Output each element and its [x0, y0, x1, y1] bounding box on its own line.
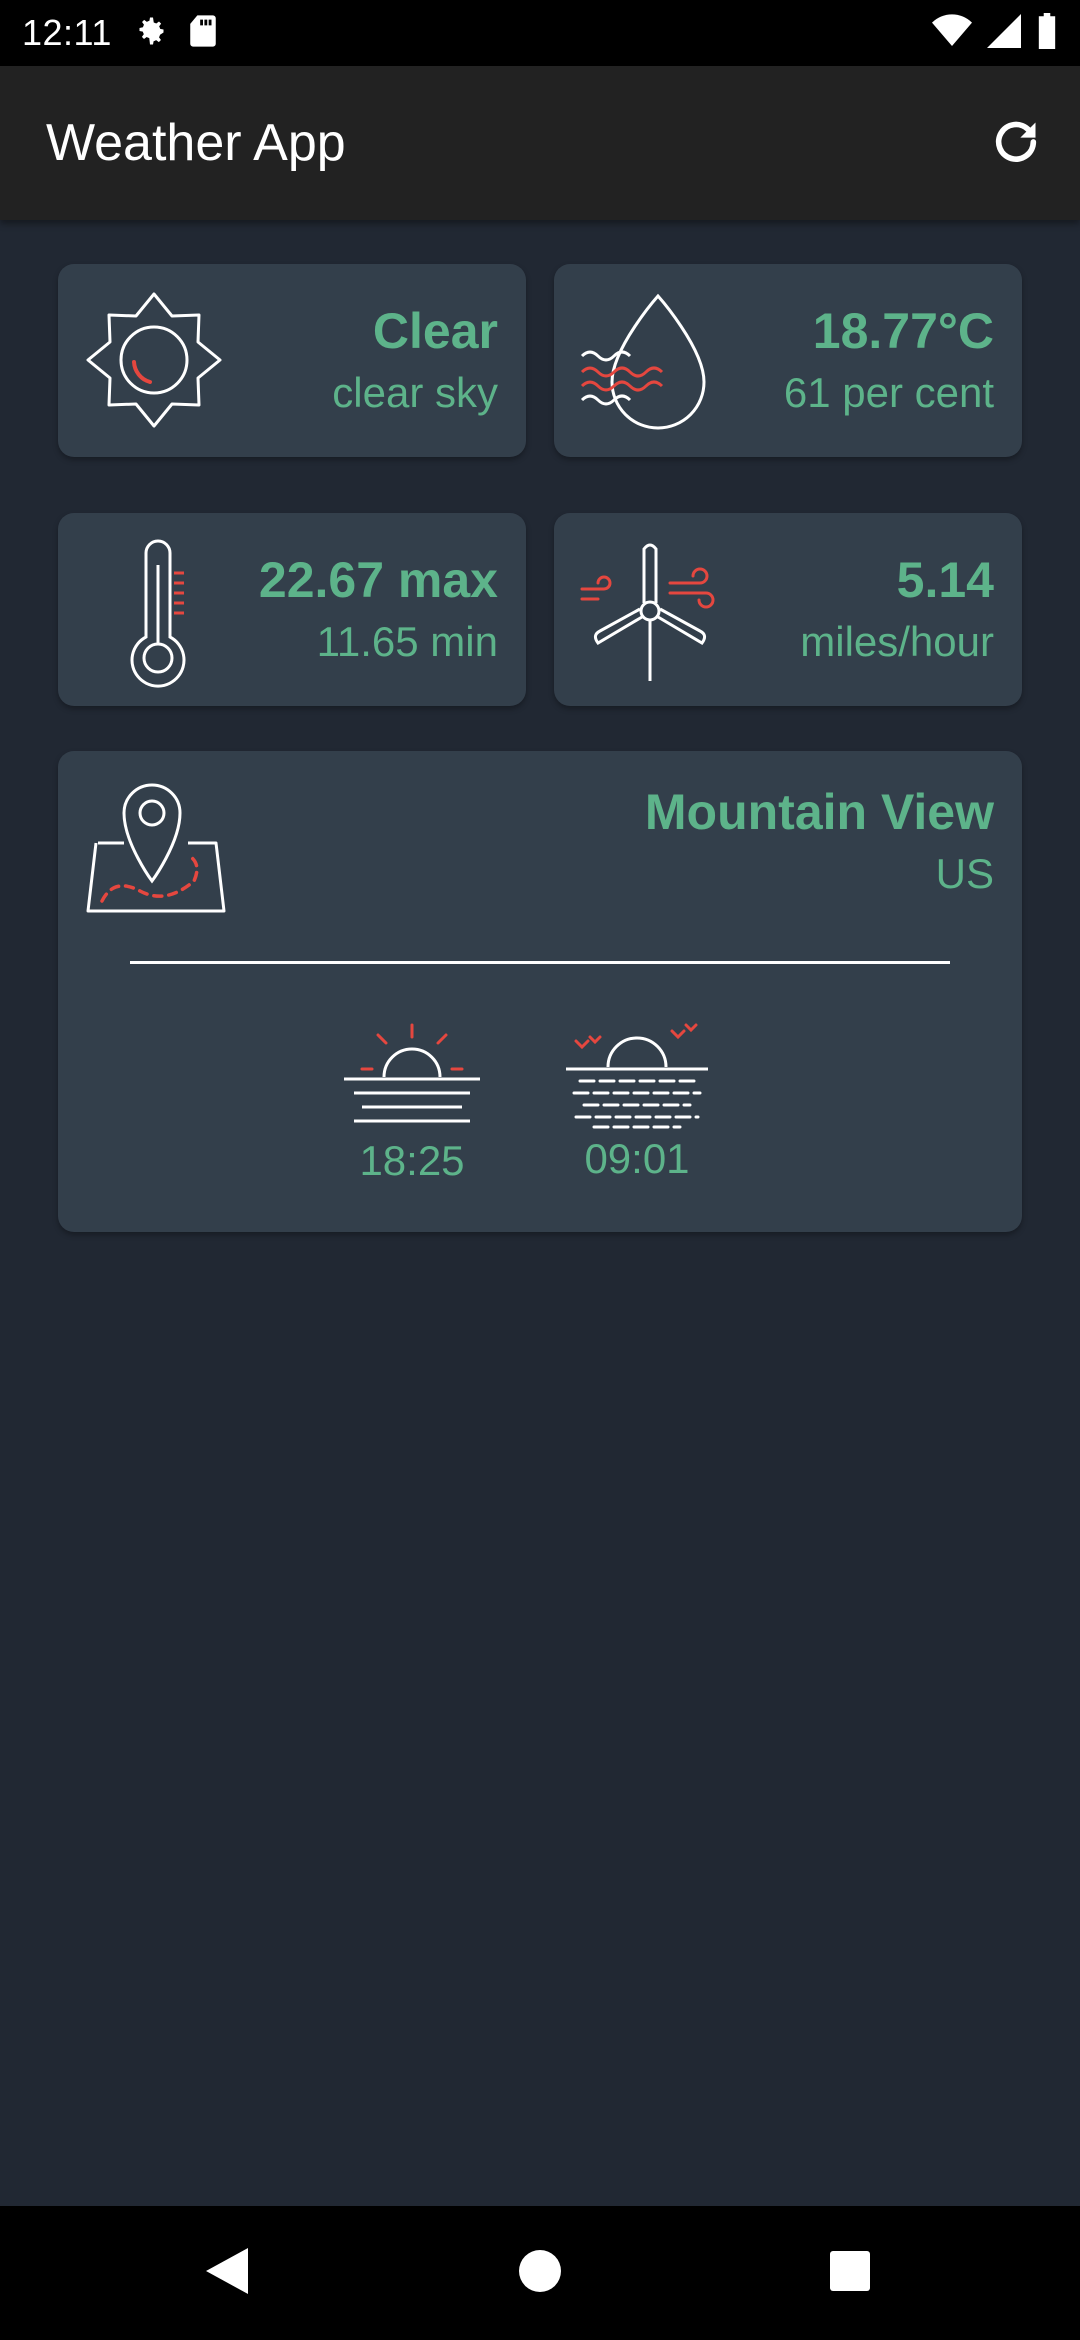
recents-button[interactable]: [817, 2240, 883, 2306]
sunrise-time: 09:01: [584, 1135, 690, 1182]
home-button[interactable]: [507, 2240, 573, 2306]
temperature-range-card: 22.67 max 11.65 min: [58, 513, 526, 706]
max-temperature: 22.67 max: [258, 552, 498, 608]
city-name: Mountain View: [644, 784, 994, 840]
current-temp-card: 18.77°C 61 per cent: [554, 264, 1022, 457]
thermometer-icon: [122, 539, 202, 694]
status-time: 12:11: [22, 12, 112, 53]
wifi-icon: [932, 13, 972, 53]
wind-speed-unit: miles/hour: [800, 618, 994, 665]
current-temperature: 18.77°C: [812, 303, 994, 359]
wind-speed: 5.14: [896, 552, 994, 608]
min-temperature: 11.65 min: [316, 618, 498, 665]
country-code: US: [935, 850, 994, 897]
sunset-time: 18:25: [359, 1137, 465, 1184]
refresh-icon: [990, 116, 1042, 173]
settings-icon: [132, 13, 168, 54]
sunset-icon: [342, 1021, 482, 1131]
battery-icon: [1036, 12, 1058, 54]
app-title: Weather App: [46, 114, 346, 172]
sunrise-item: 09:01: [564, 1013, 710, 1183]
back-button[interactable]: [194, 2240, 260, 2306]
water-drop-icon: [578, 288, 728, 443]
sunset-item: 18:25: [342, 1021, 482, 1185]
status-bar: 12:11: [0, 0, 1080, 66]
home-icon: [518, 2249, 562, 2298]
app-bar: Weather App: [0, 66, 1080, 220]
back-icon: [204, 2246, 250, 2301]
wind-turbine-icon: [578, 539, 728, 694]
sun-icon: [84, 290, 224, 435]
wind-card: 5.14 miles/hour: [554, 513, 1022, 706]
map-pin-icon: [84, 781, 228, 922]
weather-description: clear sky: [332, 369, 498, 416]
sunrise-icon: [564, 1013, 710, 1131]
weather-condition: Clear: [372, 303, 498, 359]
location-card: Mountain View US 18:25 09:01: [58, 751, 1022, 1232]
sd-card-icon: [188, 14, 218, 53]
recents-icon: [829, 2250, 871, 2297]
divider: [130, 961, 950, 964]
refresh-button[interactable]: [988, 116, 1044, 172]
humidity-value: 61 per cent: [783, 369, 994, 416]
condition-card: Clear clear sky: [58, 264, 526, 457]
signal-icon: [986, 13, 1022, 53]
navigation-bar: [0, 2206, 1080, 2340]
